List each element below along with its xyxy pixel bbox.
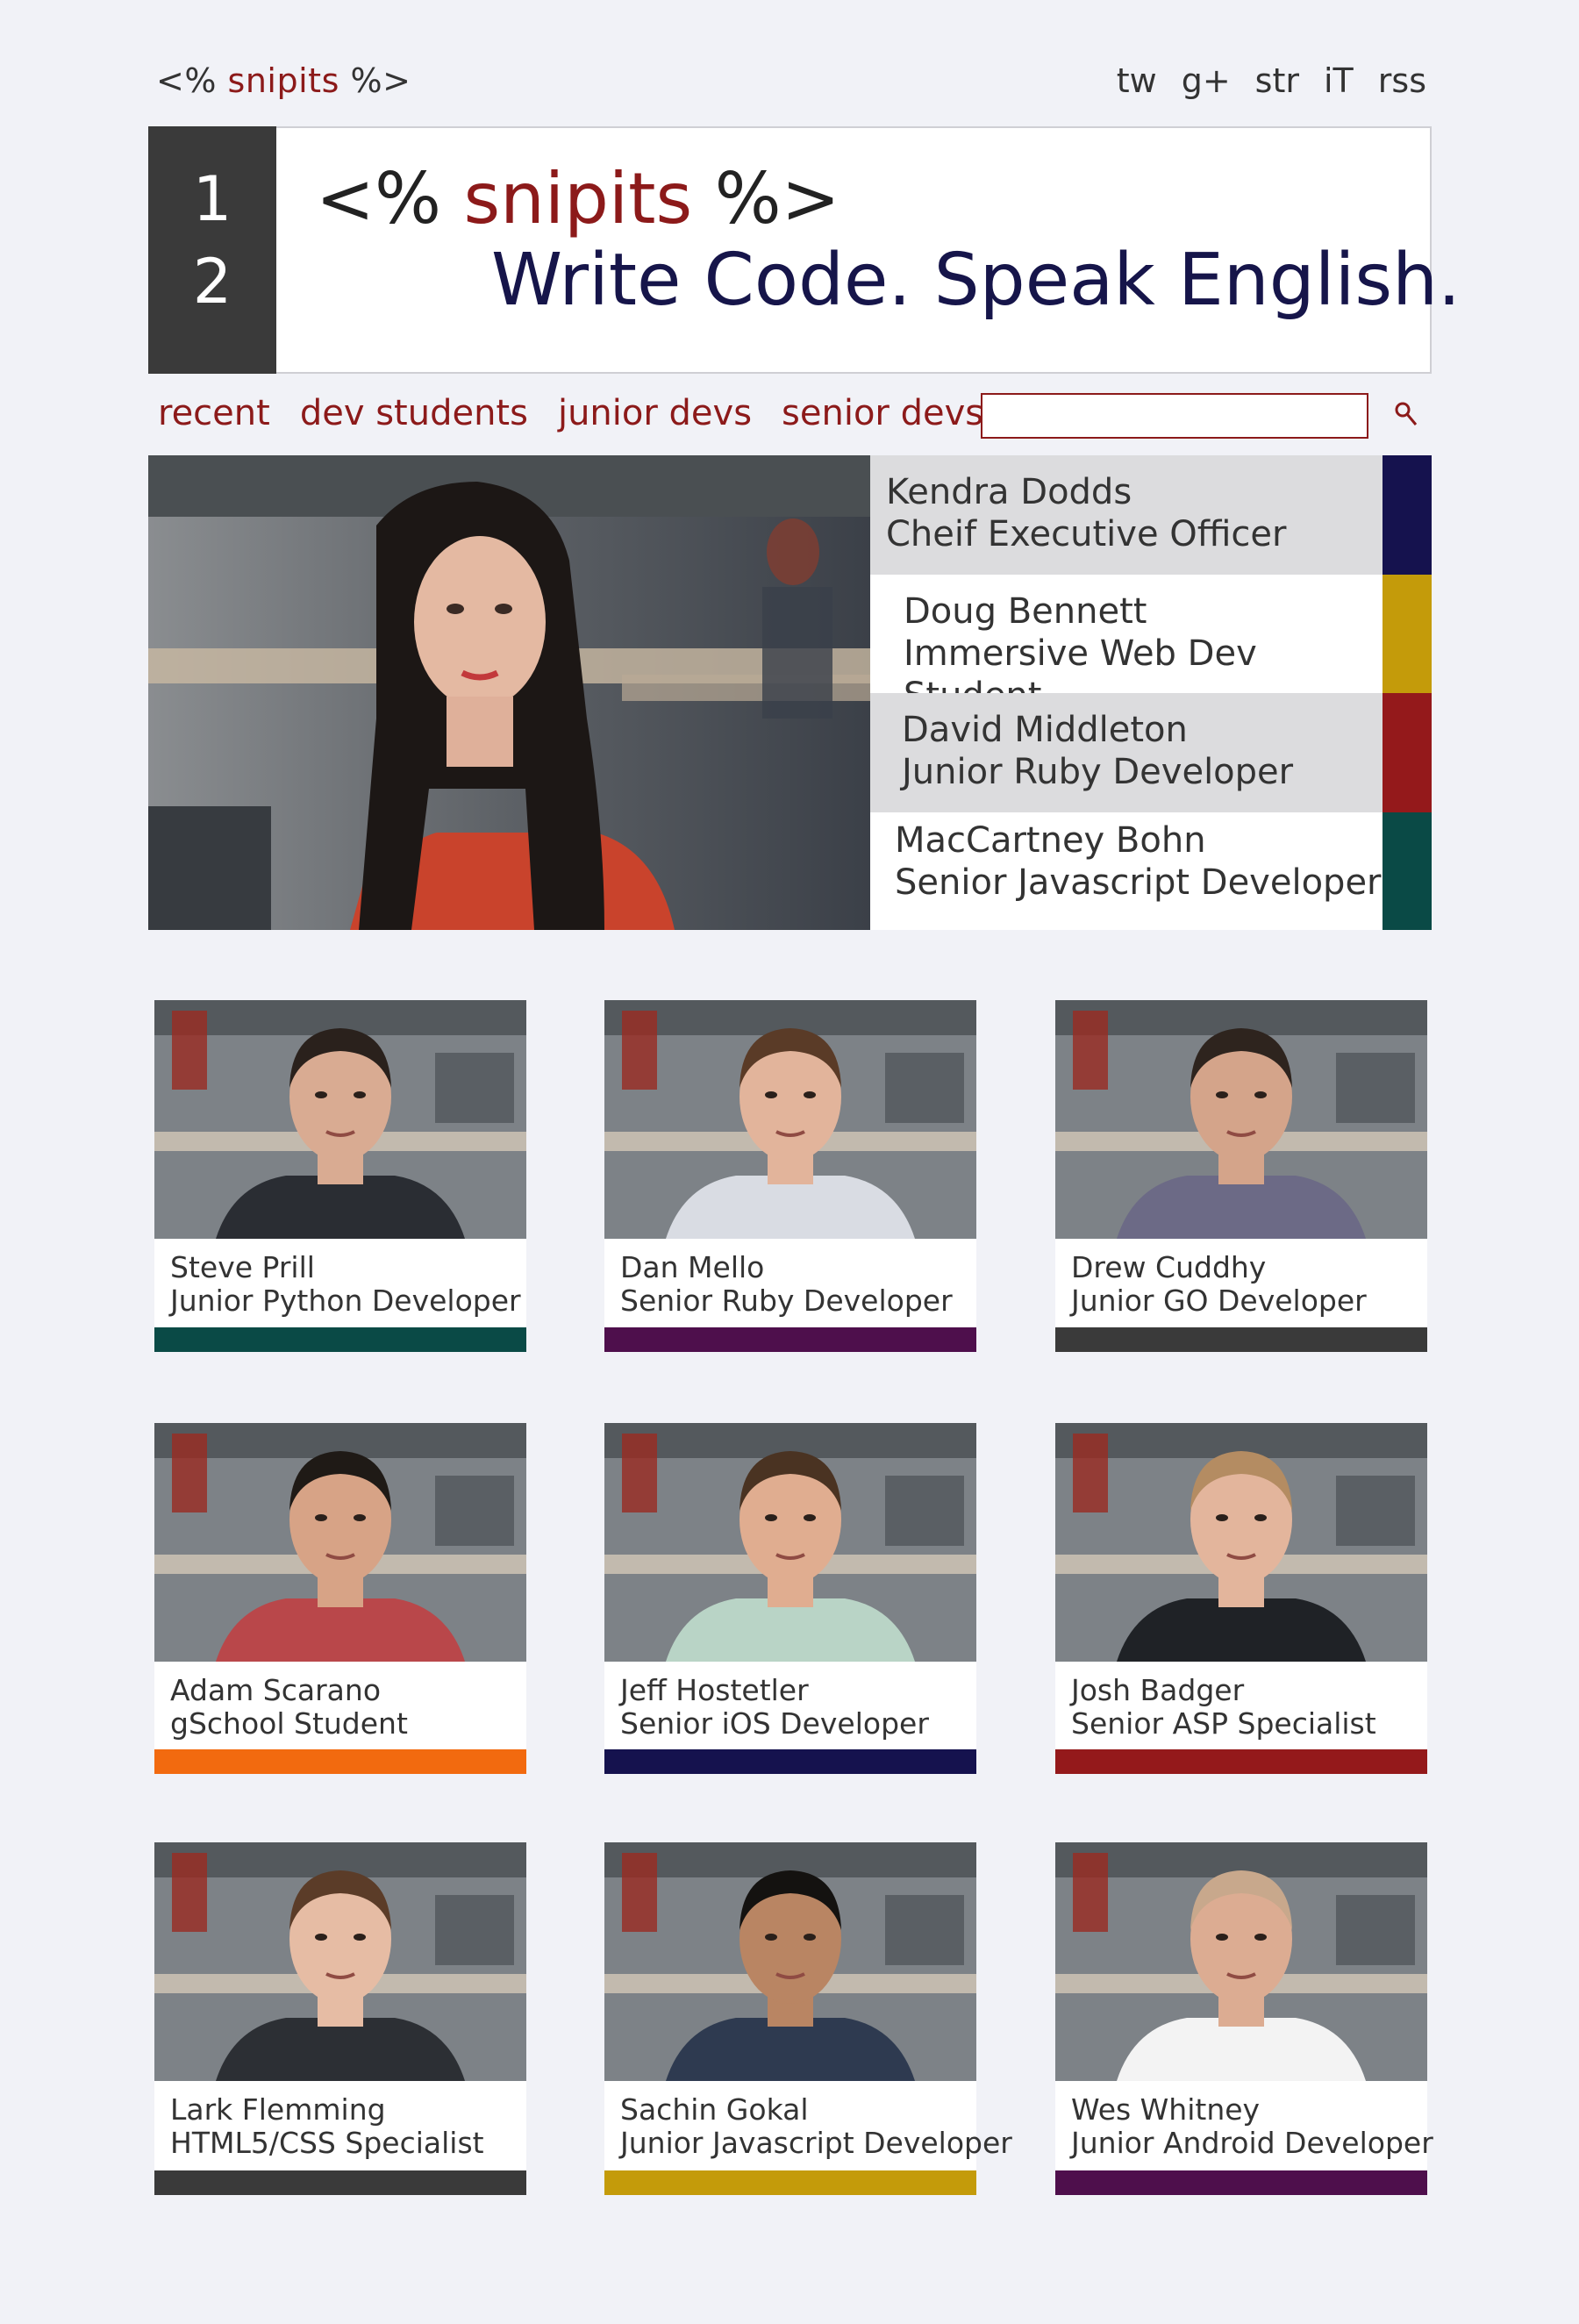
person-card[interactable]: Drew Cuddhy Junior GO Developer: [1055, 1000, 1427, 1352]
person-photo: [604, 1000, 976, 1239]
person-portrait-image: [604, 1423, 976, 1662]
featured-portrait-image: [148, 455, 870, 930]
person-color-bar: [604, 1327, 976, 1352]
social-link-itunes[interactable]: iT: [1324, 61, 1354, 100]
nav-item-recent[interactable]: recent: [158, 393, 270, 433]
person-name: Adam Scarano: [170, 1673, 382, 1707]
person-role: Junior Javascript Developer: [620, 2126, 1012, 2160]
person-portrait-image: [1055, 1842, 1427, 2081]
person-name: Jeff Hostetler: [620, 1673, 809, 1707]
person-name: Wes Whitney: [1071, 2092, 1261, 2127]
person-portrait-image: [154, 1842, 526, 2081]
featured-item-role: Senior Javascript Developer: [895, 862, 1382, 903]
person-role: HTML5/CSS Specialist: [170, 2126, 484, 2160]
person-role: Junior Python Developer: [170, 1284, 521, 1318]
person-card[interactable]: Jeff Hostetler Senior iOS Developer: [604, 1423, 976, 1774]
person-color-bar: [1055, 1327, 1427, 1352]
person-color-bar: [604, 2170, 976, 2195]
person-role: Senior Ruby Developer: [620, 1284, 953, 1318]
person-photo: [1055, 1423, 1427, 1662]
site-logo[interactable]: <% snipits %>: [156, 61, 411, 100]
featured-item-role: Cheif Executive Officer: [886, 514, 1287, 554]
person-photo: [1055, 1842, 1427, 2081]
featured-item[interactable]: David Middleton Junior Ruby Developer: [870, 693, 1383, 812]
person-color-bar: [154, 1749, 526, 1774]
nav-item-junior-devs[interactable]: junior devs: [558, 393, 752, 433]
logo-prefix: <%: [156, 61, 217, 100]
person-card[interactable]: Steve Prill Junior Python Developer: [154, 1000, 526, 1352]
person-role: gSchool Student: [170, 1706, 408, 1741]
person-photo: [154, 1842, 526, 2081]
featured-color-bar: [1383, 575, 1432, 693]
person-color-bar: [154, 2170, 526, 2195]
featured-color-bar: [1383, 693, 1432, 812]
person-role: Junior Android Developer: [1071, 2126, 1433, 2160]
featured-item[interactable]: Kendra Dodds Cheif Executive Officer: [870, 455, 1383, 575]
person-photo: [604, 1423, 976, 1662]
featured-item-name: Kendra Dodds: [886, 472, 1132, 512]
person-portrait-image: [1055, 1423, 1427, 1662]
search-input[interactable]: [981, 393, 1368, 439]
search-icon[interactable]: [1393, 400, 1419, 430]
featured-item[interactable]: MacCartney Bohn Senior Javascript Develo…: [870, 812, 1383, 930]
person-role: Senior ASP Specialist: [1071, 1706, 1376, 1741]
person-color-bar: [604, 1749, 976, 1774]
issue-number-top: 1: [192, 163, 232, 235]
featured-item[interactable]: Doug Bennett Immersive Web Dev Student: [870, 575, 1383, 716]
person-name: Lark Flemming: [170, 2092, 386, 2127]
main-nav: recent dev students junior devs senior d…: [158, 393, 983, 433]
issue-number-bottom: 2: [192, 246, 232, 318]
brand-prefix: <%: [316, 158, 442, 240]
featured-item-role: Junior Ruby Developer: [902, 752, 1294, 792]
person-name: Steve Prill: [170, 1250, 315, 1284]
person-portrait-image: [604, 1842, 976, 2081]
logo-suffix: %>: [350, 61, 411, 100]
person-portrait-image: [154, 1000, 526, 1239]
featured-color-bar: [1383, 812, 1432, 930]
person-name: Josh Badger: [1071, 1673, 1245, 1707]
person-card[interactable]: Sachin Gokal Junior Javascript Developer: [604, 1842, 1012, 2195]
featured-item-name: MacCartney Bohn: [895, 820, 1206, 861]
person-name: Dan Mello: [620, 1250, 765, 1284]
featured-list: Kendra Dodds Cheif Executive Officer Dou…: [870, 455, 1432, 930]
person-role: Junior GO Developer: [1071, 1284, 1367, 1318]
social-link-str[interactable]: str: [1255, 61, 1299, 100]
person-portrait-image: [154, 1423, 526, 1662]
person-card[interactable]: Adam Scarano gSchool Student: [154, 1423, 526, 1774]
header-tagline: Write Code. Speak English.: [491, 239, 1461, 322]
featured-item-name: David Middleton: [902, 710, 1188, 750]
featured-color-bar: [1383, 455, 1432, 575]
person-name: Sachin Gokal: [620, 2092, 809, 2127]
header-brand: <% snipits %>: [316, 158, 840, 240]
featured-photo: [148, 455, 870, 930]
nav-item-senior-devs[interactable]: senior devs: [782, 393, 983, 433]
person-portrait-image: [604, 1000, 976, 1239]
person-portrait-image: [1055, 1000, 1427, 1239]
person-photo: [154, 1423, 526, 1662]
nav-item-dev-students[interactable]: dev students: [300, 393, 528, 433]
person-card[interactable]: Lark Flemming HTML5/CSS Specialist: [154, 1842, 526, 2195]
person-color-bar: [154, 1327, 526, 1352]
person-card[interactable]: Josh Badger Senior ASP Specialist: [1055, 1423, 1427, 1774]
logo-word: snipits: [227, 61, 339, 100]
person-color-bar: [1055, 2170, 1427, 2195]
person-role: Senior iOS Developer: [620, 1706, 929, 1741]
social-link-twitter[interactable]: tw: [1117, 61, 1157, 100]
person-name: Drew Cuddhy: [1071, 1250, 1267, 1284]
social-link-rss[interactable]: rss: [1378, 61, 1426, 100]
person-color-bar: [1055, 1749, 1427, 1774]
person-photo: [1055, 1000, 1427, 1239]
brand-suffix: %>: [714, 158, 840, 240]
person-photo: [604, 1842, 976, 2081]
person-photo: [154, 1000, 526, 1239]
social-link-googleplus[interactable]: g+: [1182, 61, 1231, 100]
brand-word: snipits: [463, 158, 693, 240]
social-links: tw g+ str iT rss: [1117, 61, 1426, 100]
person-card[interactable]: Dan Mello Senior Ruby Developer: [604, 1000, 976, 1352]
person-card[interactable]: Wes Whitney Junior Android Developer: [1055, 1842, 1433, 2195]
issue-number-block: 1 2: [148, 126, 276, 374]
featured-item-name: Doug Bennett: [904, 591, 1147, 632]
